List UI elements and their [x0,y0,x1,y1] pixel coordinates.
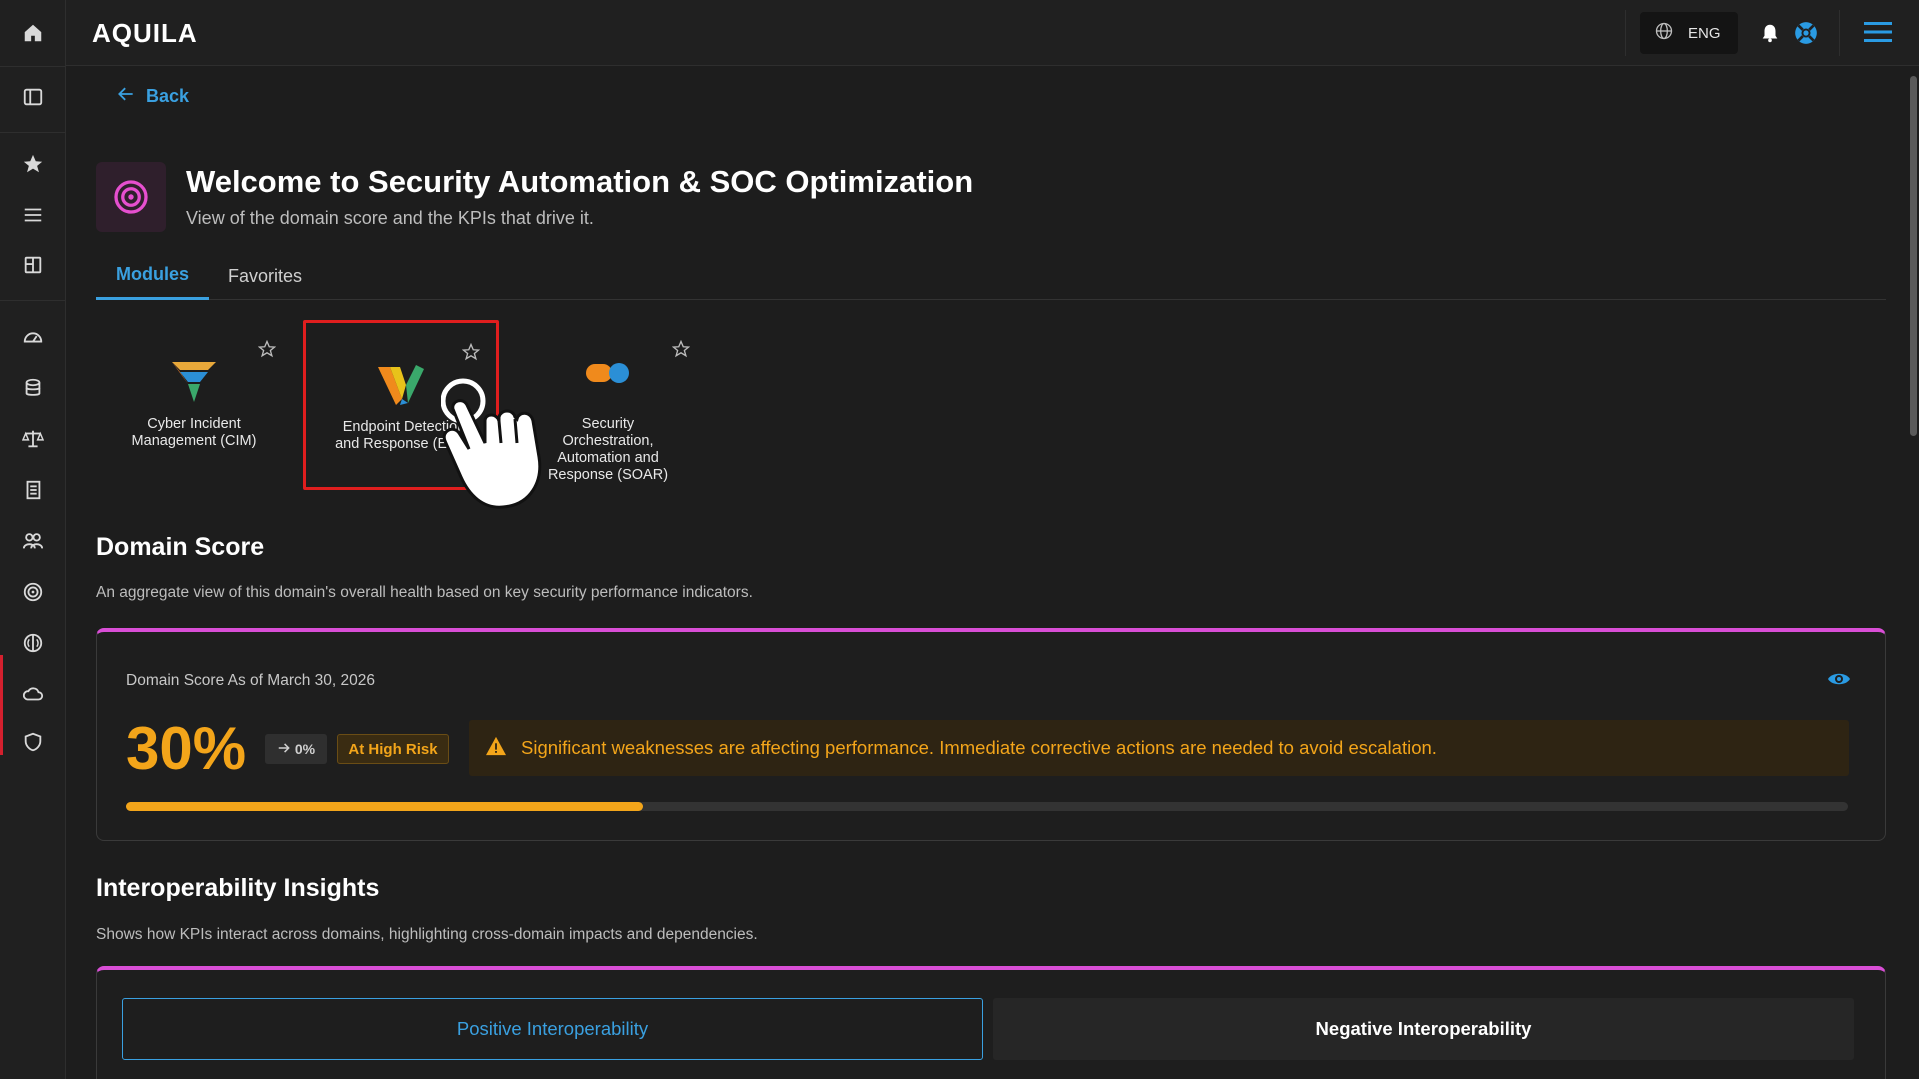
page-subtitle: View of the domain score and the KPIs th… [186,208,594,228]
negative-interoperability-tab[interactable]: Negative Interoperability [993,998,1854,1060]
domain-score-progress-fill [126,802,643,811]
interop-heading: Interoperability Insights [96,874,380,902]
favorite-star-icon[interactable] [671,339,691,363]
language-selector[interactable]: ENG [1640,12,1738,54]
cloud-icon[interactable] [0,672,66,716]
domain-score-heading: Domain Score [96,533,265,561]
risk-alert-banner: Significant weaknesses are affecting per… [469,720,1849,776]
arrow-right-icon [277,741,291,758]
tab-favorites[interactable]: Favorites [228,252,302,300]
database-icon[interactable] [0,366,66,410]
pointer-hand-cursor-icon [440,371,551,516]
arrow-left-icon [116,84,136,109]
positive-interoperability-tab[interactable]: Positive Interoperability [122,998,983,1060]
cim-logo-icon [170,360,218,409]
domain-target-icon [96,162,166,232]
score-delta-value: 0% [294,741,316,757]
risk-status-badge: At High Risk [337,734,449,764]
app-root: AQUILA ENG Back Welcome to Security Auto… [0,0,1919,1079]
favorite-star-icon[interactable] [461,342,481,366]
scrollbar-thumb[interactable] [1910,76,1917,436]
logo-text: AQUILA [92,18,198,48]
soar-logo-icon [584,360,632,391]
main-content: Back Welcome to Security Automation & SO… [66,66,1908,1079]
edr-logo-icon [376,363,426,412]
target-icon[interactable] [0,570,66,614]
risk-alert-text: Significant weaknesses are affecting per… [521,737,1437,758]
gauge-icon[interactable] [0,315,66,359]
top-bar: AQUILA ENG [66,0,1919,66]
support-lifebuoy-icon[interactable] [1793,20,1819,51]
interop-subtitle: Shows how KPIs interact across domains, … [96,926,758,943]
users-icon[interactable] [0,519,66,563]
brain-icon[interactable] [0,621,66,665]
page-scrollbar[interactable] [1908,66,1919,1079]
menu-hamburger-icon[interactable] [1864,20,1892,49]
warning-triangle-icon [485,736,507,761]
shield-icon[interactable] [0,720,66,764]
tab-modules[interactable]: Modules [96,252,210,300]
page-title: Welcome to Security Automation & SOC Opt… [186,164,974,199]
domain-score-value: 30% [126,715,247,782]
globe-icon [1654,21,1674,46]
sidebar-toggle-icon[interactable] [0,75,66,119]
module-label-cim: Cyber Incident Management (CIM) [131,416,257,449]
module-card-cim[interactable]: Cyber Incident Management (CIM) [96,320,292,490]
favorite-star-icon[interactable] [257,339,277,363]
layout-icon[interactable] [0,243,66,287]
bell-icon[interactable] [1759,22,1781,49]
domain-score-subtitle: An aggregate view of this domain's overa… [96,584,753,601]
eye-icon[interactable] [1827,670,1851,693]
tab-bar: Modules Favorites [96,252,1886,300]
rail-active-indicator [0,655,3,755]
domain-score-date-label: Domain Score As of March 30, 2026 [126,672,375,689]
back-link[interactable]: Back [116,84,189,109]
language-label: ENG [1688,24,1721,42]
list-icon[interactable] [0,193,66,237]
score-delta-badge: 0% [265,734,327,764]
domain-score-card: Domain Score As of March 30, 2026 30% 0%… [96,628,1886,841]
interop-card: Positive Interoperability Negative Inter… [96,966,1886,1079]
back-label: Back [146,86,190,106]
report-icon[interactable] [0,468,66,512]
home-icon[interactable] [0,11,66,55]
app-logo[interactable]: AQUILA [92,18,198,49]
star-icon[interactable] [0,142,66,186]
left-rail [0,0,66,1079]
scale-icon[interactable] [0,417,66,461]
domain-score-progress-track [126,802,1848,811]
